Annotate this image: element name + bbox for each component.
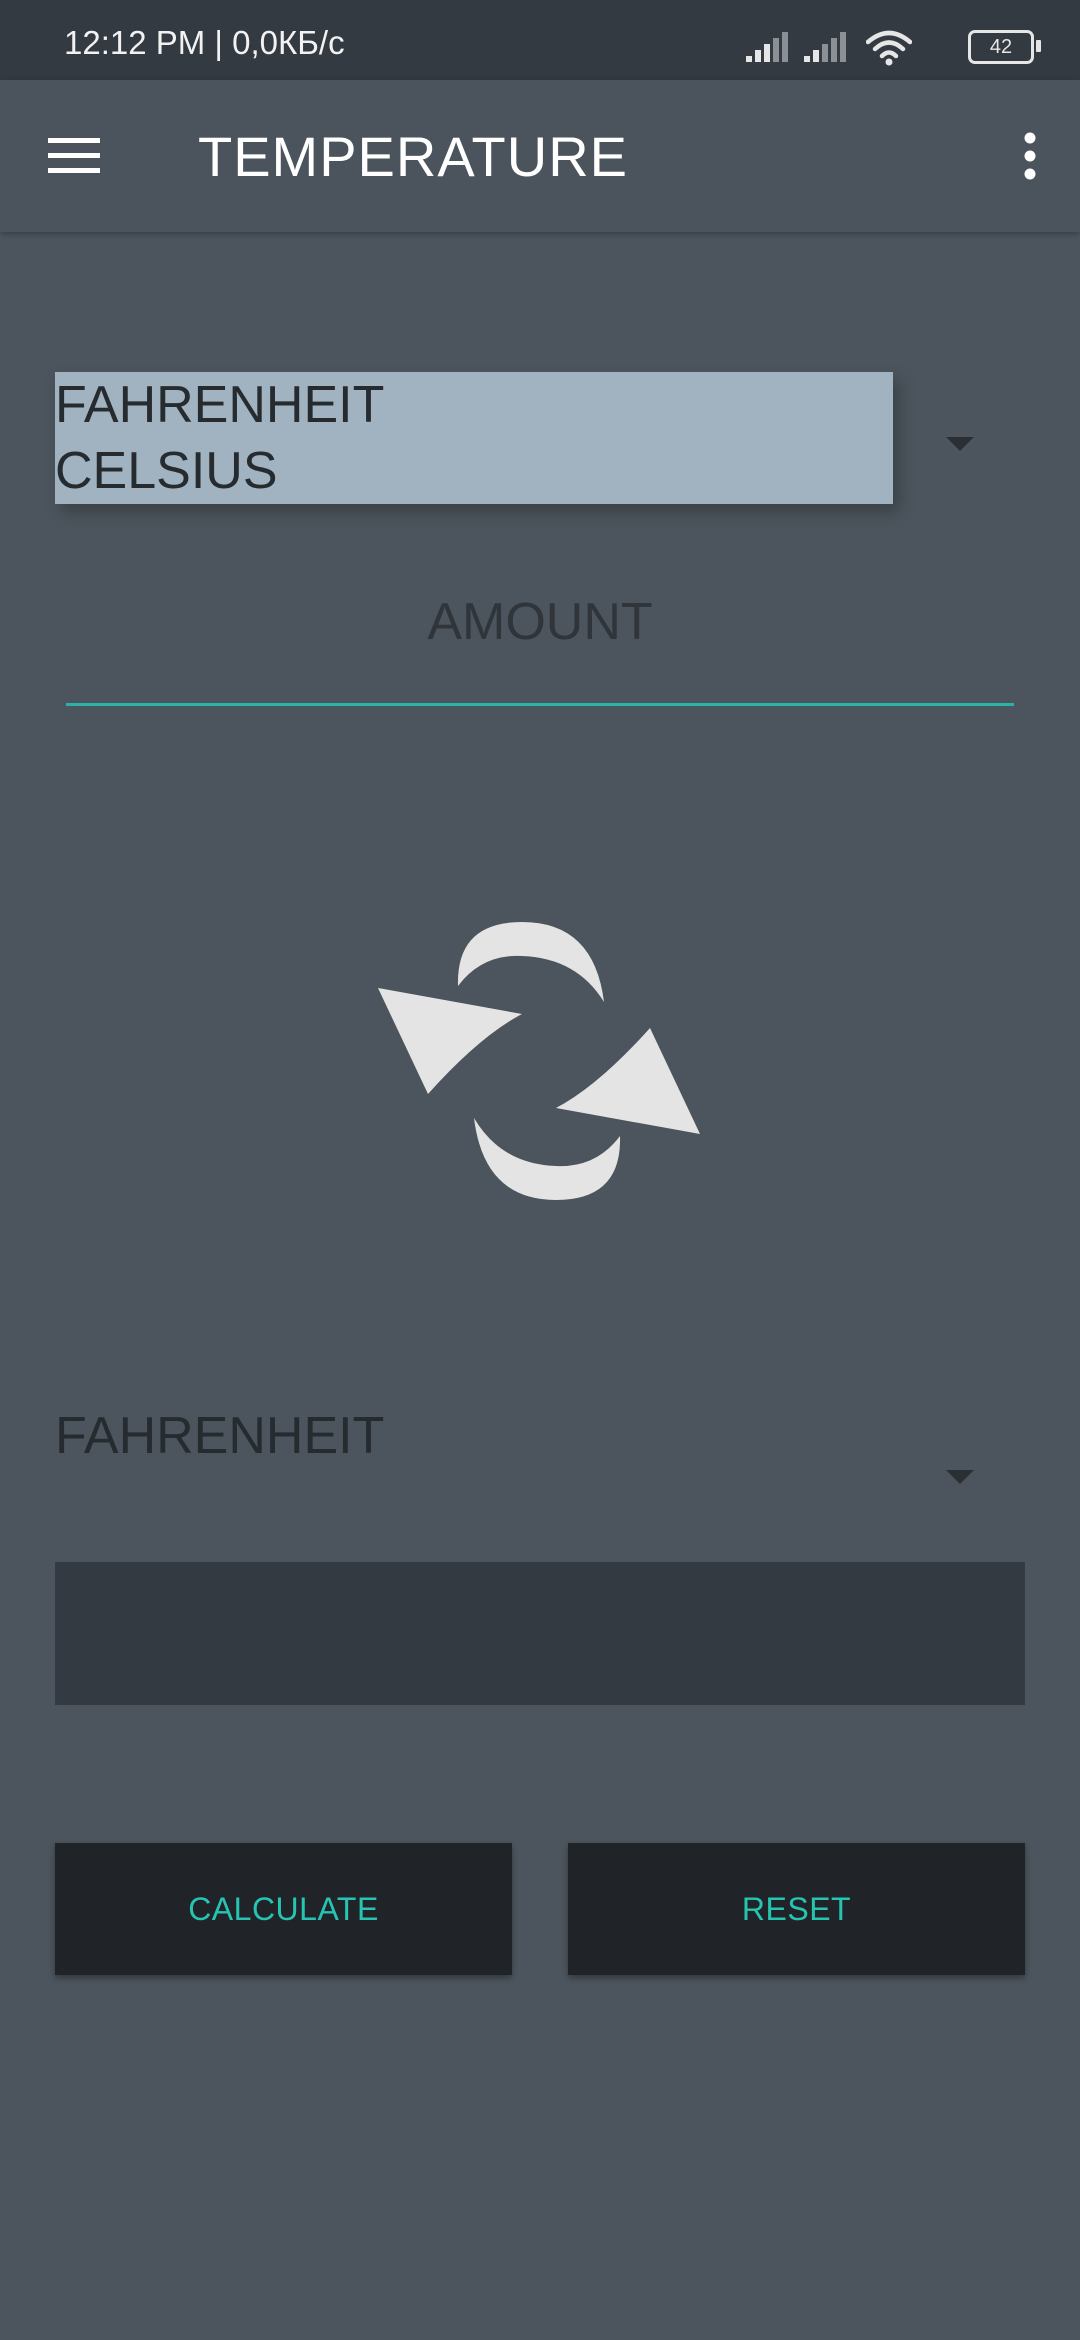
to-unit-spinner[interactable]: FAHRENHEIT	[55, 1406, 384, 1466]
status-time: 12:12 PM | 0,0КБ/с	[64, 24, 345, 61]
hamburger-menu-icon[interactable]	[48, 132, 104, 182]
amount-underline	[66, 703, 1014, 706]
swap-arrows-icon[interactable]	[372, 918, 708, 1204]
status-bar: 12:12 PM | 0,0КБ/с 42	[0, 0, 1080, 80]
chevron-down-icon[interactable]	[946, 437, 974, 451]
page-title: TEMPERATURE	[198, 125, 628, 188]
dropdown-option-fahrenheit[interactable]: FAHRENHEIT	[55, 372, 893, 438]
app-bar: TEMPERATURE	[0, 80, 1080, 232]
dropdown-options: FAHRENHEIT CELSIUS	[55, 372, 893, 504]
battery-icon: 42	[968, 30, 1041, 64]
battery-level: 42	[989, 36, 1013, 58]
calculate-button[interactable]: CALCULATE	[55, 1843, 512, 1975]
amount-input[interactable]: AMOUNT	[66, 592, 1014, 652]
signal-icon-2	[804, 32, 846, 62]
signal-icon	[746, 32, 788, 62]
wifi-icon	[866, 30, 912, 66]
reset-button[interactable]: RESET	[568, 1843, 1025, 1975]
from-unit-spinner[interactable]: FAHRENHEIT CELSIUS	[55, 372, 1025, 504]
dropdown-option-celsius[interactable]: CELSIUS	[55, 438, 893, 504]
result-field	[55, 1562, 1025, 1705]
chevron-down-icon-2[interactable]	[946, 1470, 974, 1484]
more-vertical-icon[interactable]	[1020, 132, 1040, 182]
